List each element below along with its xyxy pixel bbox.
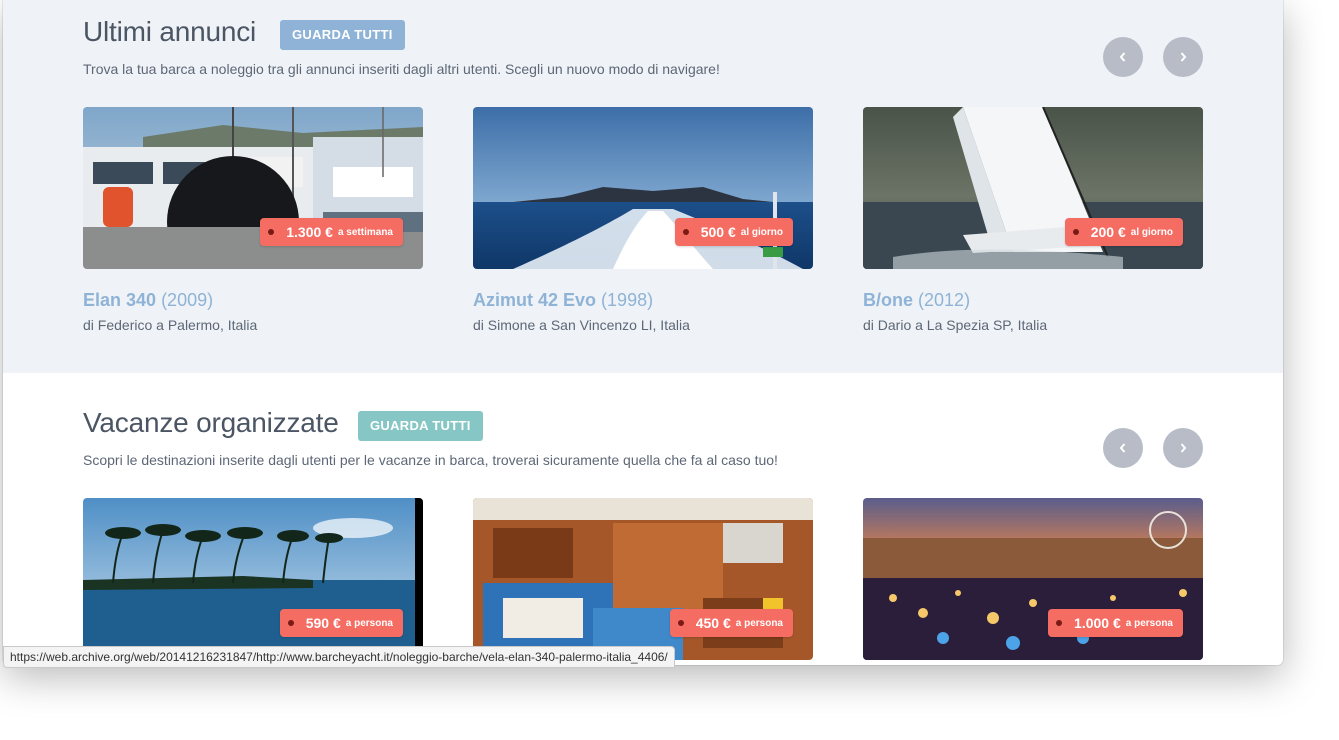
listing-card[interactable]: 200 € al giorno B/one (2012) di Dario a … [863,107,1203,333]
boat-name[interactable]: Elan 340 [83,290,156,310]
holidays-see-all-button[interactable]: GUARDA TUTTI [358,411,483,441]
price-tag: 500 € al giorno [674,218,793,246]
price-unit: a settimana [337,226,393,238]
price-amount: 200 € [1090,224,1126,240]
holidays-title: Vacanze organizzate [83,407,339,438]
price-unit: al giorno [740,226,783,238]
chevron-left-icon [1119,52,1126,62]
listings-section: Ultimi annunci GUARDA TUTTI Trova la tua… [3,0,1283,373]
price-dot-icon [677,620,684,626]
listing-card[interactable]: 500 € al giorno Azimut 42 Evo (1998) di … [473,107,813,333]
holidays-next-button[interactable] [1163,428,1203,468]
price-dot-icon [268,229,275,235]
holidays-prev-button[interactable] [1103,428,1143,468]
price-amount: 1.300 € [286,224,333,240]
price-tag: 1.300 € a settimana [260,218,403,246]
boat-year: (2009) [161,290,214,310]
listings-subtitle: Trova la tua barca a noleggio tra gli an… [83,61,720,77]
holidays-section: Vacanze organizzate GUARDA TUTTI Scopri … [3,373,1283,665]
status-bar-url: https://web.archive.org/web/201412162318… [3,646,675,668]
listings-prev-button[interactable] [1103,37,1143,77]
price-amount: 1.000 € [1074,615,1121,631]
price-tag: 590 € a persona [279,609,403,637]
holiday-photo[interactable]: 450 € a persona [473,498,813,660]
listings-title: Ultimi annunci [83,16,257,47]
holiday-card[interactable]: 1.000 € a persona [863,498,1203,660]
price-dot-icon [287,620,294,626]
boat-year: (2012) [918,290,971,310]
price-dot-icon [682,229,689,235]
boat-owner-location: di Dario a La Spezia SP, Italia [863,317,1048,333]
price-unit: a persona [1125,617,1173,629]
price-amount: 500 € [700,224,736,240]
listings-next-button[interactable] [1163,37,1203,77]
holiday-card[interactable]: 590 € a persona [83,498,423,660]
price-amount: 450 € [695,615,731,631]
holidays-subtitle: Scopri le destinazioni inserite dagli ut… [83,452,778,468]
browser-window: Ultimi annunci GUARDA TUTTI Trova la tua… [3,0,1283,665]
boat-title[interactable]: Elan 340 (2009) [83,290,423,311]
price-unit: a persona [345,617,393,629]
price-dot-icon [1056,620,1063,626]
price-tag: 200 € al giorno [1064,218,1183,246]
boat-title[interactable]: Azimut 42 Evo (1998) [473,290,813,311]
holiday-photo[interactable]: 1.000 € a persona [863,498,1203,660]
holiday-photo[interactable]: 590 € a persona [83,498,423,660]
boat-name[interactable]: Azimut 42 Evo [473,290,596,310]
price-dot-icon [1072,229,1079,235]
chevron-right-icon [1180,443,1187,453]
price-tag: 1.000 € a persona [1048,609,1183,637]
price-amount: 590 € [305,615,341,631]
listing-card[interactable]: 1.300 € a settimana Elan 340 (2009) di F… [83,107,423,333]
price-unit: a persona [735,617,783,629]
boat-title[interactable]: B/one (2012) [863,290,1203,311]
boat-photo[interactable]: 1.300 € a settimana [83,107,423,269]
boat-year: (1998) [601,290,654,310]
chevron-right-icon [1180,52,1187,62]
chevron-left-icon [1119,443,1126,453]
boat-name[interactable]: B/one [863,290,913,310]
boat-owner-location: di Simone a San Vincenzo LI, Italia [473,317,690,333]
boat-photo[interactable]: 500 € al giorno [473,107,813,269]
boat-photo[interactable]: 200 € al giorno [863,107,1203,269]
holiday-card[interactable]: 450 € a persona [473,498,813,660]
price-unit: al giorno [1130,226,1173,238]
boat-owner-location: di Federico a Palermo, Italia [83,317,258,333]
price-tag: 450 € a persona [669,609,793,637]
listings-see-all-button[interactable]: GUARDA TUTTI [280,20,405,50]
